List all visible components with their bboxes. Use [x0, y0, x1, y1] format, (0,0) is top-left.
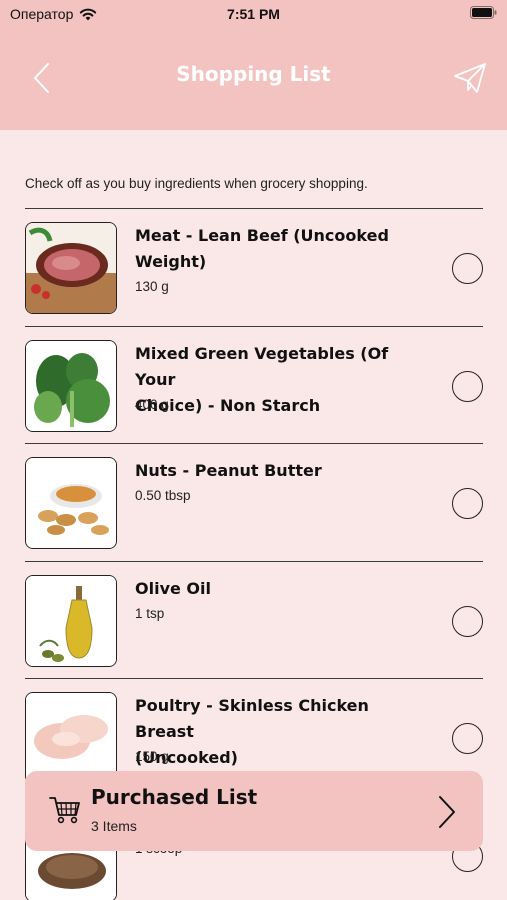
chevron-right-icon [439, 796, 455, 828]
item-quantity: 400 g [135, 396, 169, 412]
list-item: Meat - Lean Beef (Uncooked Weight) 130 g [25, 208, 483, 326]
item-name-line: Mixed Green Vegetables (Of Your [135, 343, 389, 389]
item-quantity: 150 g [135, 749, 169, 764]
send-icon[interactable] [453, 62, 487, 94]
item-checkbox[interactable] [452, 488, 483, 519]
item-name: Olive Oil [135, 576, 415, 602]
item-name: Poultry - Skinless Chicken Breast (Uncoo… [135, 693, 415, 771]
vegetables-image [25, 339, 117, 432]
item-name: Meat - Lean Beef (Uncooked Weight) [135, 223, 415, 275]
list-item: Nuts - Peanut Butter 0.50 tbsp [25, 443, 483, 561]
purchased-list-button[interactable]: Purchased List 3 Items [25, 771, 483, 851]
item-name: Mixed Green Vegetables (Of Your Choice) … [135, 341, 415, 419]
item-name-line: Nuts - Peanut Butter [135, 461, 322, 480]
peanut-butter-image [25, 457, 117, 549]
page-title: Shopping List [176, 62, 331, 86]
item-name-line: Poultry - Skinless Chicken Breast [135, 696, 369, 741]
item-name-line: (Uncooked) [135, 748, 238, 767]
nav-bar: Shopping List [0, 50, 507, 106]
item-name-line: Choice) - Non Starch [135, 395, 321, 415]
item-name-line: Meat - Lean Beef (Uncooked [135, 226, 389, 245]
item-quantity: 1 tsp [135, 605, 165, 621]
header: Оператор 7:51 PM Shopping List [0, 0, 507, 130]
purchased-count: 3 Items [91, 818, 137, 834]
item-checkbox[interactable] [452, 605, 483, 637]
beef-image [25, 222, 117, 314]
purchased-list-title: Purchased List [91, 785, 258, 809]
item-quantity: 0.50 tbsp [135, 488, 191, 503]
item-name-line: Weight) [135, 252, 207, 271]
list-item: Olive Oil 1 tsp [25, 560, 483, 679]
battery-icon [470, 6, 497, 22]
olive-oil-image [25, 574, 117, 667]
item-checkbox[interactable] [452, 370, 483, 402]
status-time: 7:51 PM [227, 6, 280, 22]
item-name-line: Olive Oil [135, 578, 211, 598]
item-checkbox[interactable] [452, 253, 483, 284]
item-name: Nuts - Peanut Butter [135, 458, 415, 484]
intro-text: Check off as you buy ingredients when gr… [25, 176, 368, 191]
item-quantity: 130 g [135, 279, 169, 294]
item-checkbox[interactable] [452, 723, 483, 754]
list-item: Mixed Green Vegetables (Of Your Choice) … [25, 325, 483, 444]
status-bar: Оператор 7:51 PM [0, 0, 507, 30]
cart-icon [49, 797, 80, 824]
